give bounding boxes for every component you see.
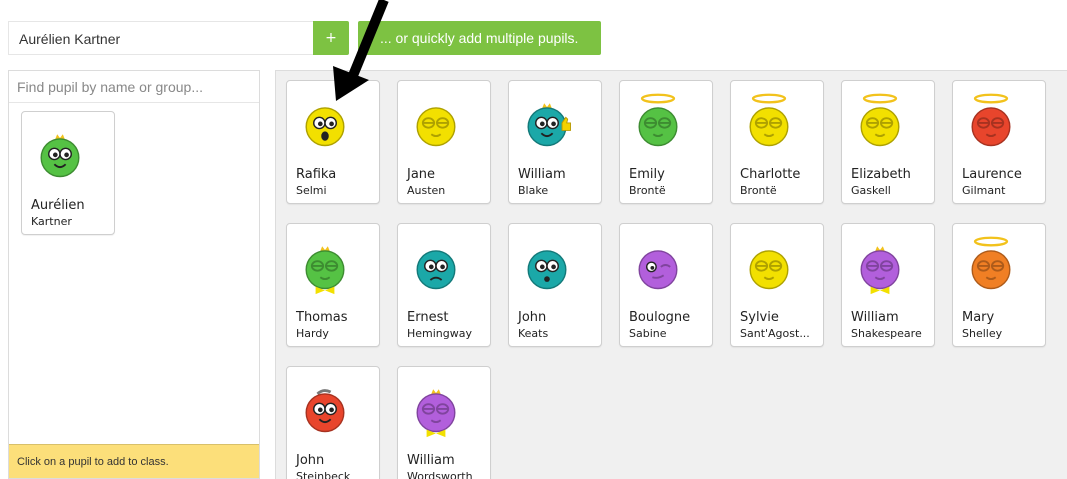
pupil-card[interactable]: William Shakespeare [841, 223, 935, 347]
available-pupils-panel: Rafika Selmi Jane Austen William Blake Emil… [275, 70, 1067, 479]
pupil-last-name: Kartner [31, 215, 72, 228]
pupil-card[interactable]: Laurence Gilmant [952, 80, 1046, 204]
pupil-card[interactable]: Thomas Hardy [286, 223, 380, 347]
pupil-card[interactable]: Jane Austen [397, 80, 491, 204]
pupil-search-input[interactable]: Find pupil by name or group... [9, 71, 259, 103]
pupil-first-name: Rafika [296, 167, 337, 182]
class-pupils-panel: Find pupil by name or group... Aurélien K… [8, 70, 260, 479]
pupil-first-name: Elizabeth [851, 167, 911, 182]
pupil-first-name: Charlotte [740, 167, 801, 182]
pupil-first-name: John [518, 310, 547, 325]
smiley-face-icon [305, 389, 345, 433]
add-pupil-button[interactable]: + [313, 21, 349, 55]
halo-face-icon [638, 93, 678, 147]
halo-face-icon [860, 93, 900, 147]
pupil-first-name: William [851, 310, 899, 325]
pupil-first-name: Sylvie [740, 310, 779, 325]
sleepy-face-icon [749, 250, 789, 290]
pupil-last-name: Steinbeck [296, 470, 351, 479]
bowtie-face-icon [860, 246, 900, 295]
pupil-first-name: Ernest [407, 310, 449, 325]
pupil-first-name: Mary [962, 310, 995, 325]
pupil-first-name: Emily [629, 167, 665, 182]
pupil-first-name: Laurence [962, 167, 1022, 182]
pupil-last-name: Wordsworth [407, 470, 473, 479]
pupil-card[interactable]: Aurélien Kartner [21, 111, 115, 235]
pupil-name-input[interactable]: Aurélien Kartner [8, 21, 313, 55]
pupil-first-name: John [296, 453, 325, 468]
bowtie-face-icon [305, 246, 345, 295]
pupil-last-name: Brontë [629, 184, 666, 197]
surprised-face-icon [527, 250, 567, 290]
pupil-first-name: Thomas [296, 310, 348, 325]
smiley-crown-icon [40, 134, 80, 178]
pupil-first-name: Boulogne [629, 310, 691, 325]
pupil-card[interactable]: Charlotte Brontë [730, 80, 824, 204]
pupil-card[interactable]: Ernest Hemingway [397, 223, 491, 347]
pupil-last-name: Gilmant [962, 184, 1006, 197]
pupil-last-name: Hemingway [407, 327, 473, 340]
pupil-first-name: Aurélien [31, 198, 85, 213]
pupil-card[interactable]: Elizabeth Gaskell [841, 80, 935, 204]
halo-face-icon [749, 93, 789, 147]
pupil-last-name: Hardy [296, 327, 329, 340]
pupil-card[interactable]: Sylvie Sant'Agost... [730, 223, 824, 347]
pupil-last-name: Blake [518, 184, 549, 197]
pupil-card[interactable]: John Steinbeck [286, 366, 380, 479]
add-hint-bar: Click on a pupil to add to class. [9, 444, 259, 478]
pupil-last-name: Shakespeare [851, 327, 922, 340]
pupil-last-name: Selmi [296, 184, 327, 197]
halo-face-icon [971, 93, 1011, 147]
sleepy-face-icon [416, 107, 456, 147]
bowtie-face-icon [416, 389, 456, 438]
pupil-card[interactable]: Mary Shelley [952, 223, 1046, 347]
pupil-card[interactable]: Emily Brontë [619, 80, 713, 204]
winking-face-icon [638, 250, 678, 290]
add-pupils-screen: Aurélien Kartner + ... or quickly add mu… [0, 0, 1067, 479]
pupil-last-name: Brontë [740, 184, 777, 197]
pupil-last-name: Keats [518, 327, 549, 340]
pupil-card[interactable]: John Keats [508, 223, 602, 347]
pupil-card[interactable]: Rafika Selmi [286, 80, 380, 204]
pupil-last-name: Austen [407, 184, 446, 197]
pupil-card[interactable]: Boulogne Sabine [619, 223, 713, 347]
thumbs-up-face-icon [527, 103, 571, 147]
halo-face-icon [971, 236, 1011, 290]
pupil-last-name: Shelley [962, 327, 1003, 340]
pupil-card[interactable]: William Wordsworth [397, 366, 491, 479]
pupil-last-name: Gaskell [851, 184, 891, 197]
pupil-last-name: Sant'Agost... [740, 327, 810, 340]
pupil-first-name: William [407, 453, 455, 468]
pupil-first-name: Jane [407, 167, 436, 182]
pupil-card[interactable]: William Blake [508, 80, 602, 204]
add-multiple-pupils-button[interactable]: ... or quickly add multiple pupils. [358, 21, 601, 55]
shocked-face-icon [305, 107, 345, 147]
pupil-last-name: Sabine [629, 327, 667, 340]
sad-face-icon [416, 250, 456, 290]
pupil-first-name: William [518, 167, 566, 182]
